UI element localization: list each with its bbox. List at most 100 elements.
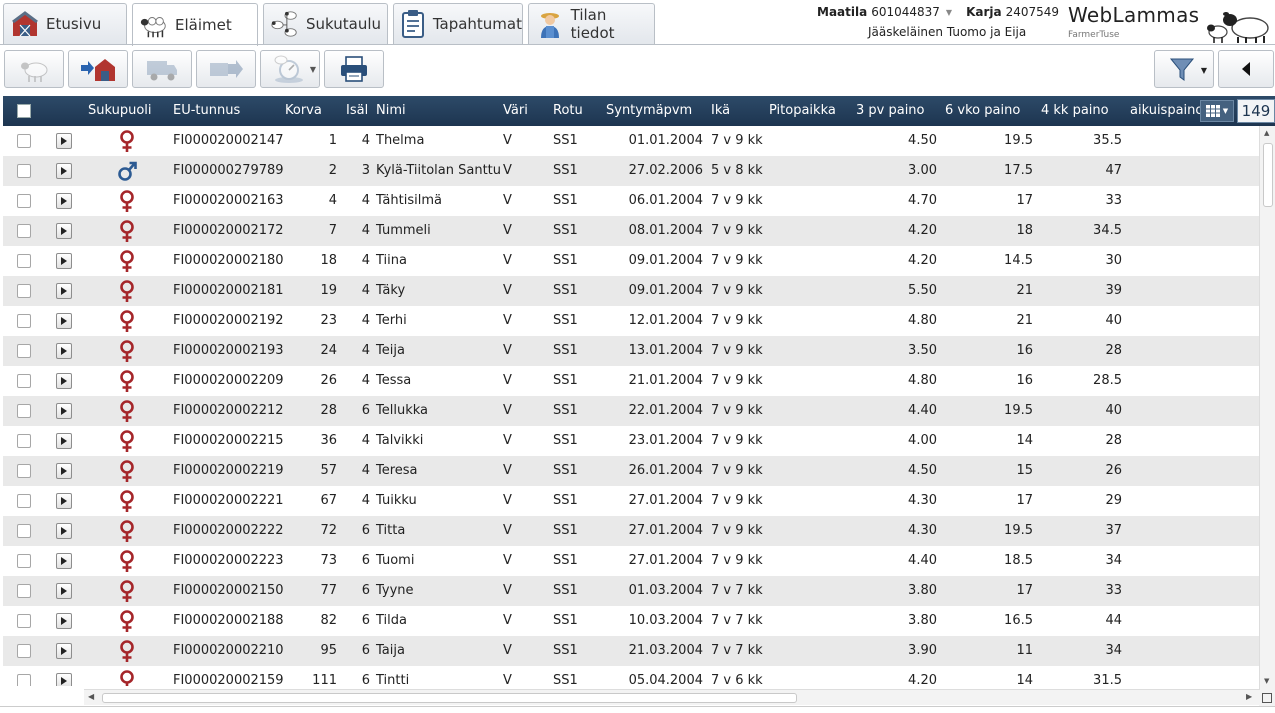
col-syntymapvm[interactable]: Syntymäpvm: [606, 103, 692, 118]
table-row[interactable]: FI000000279789 2 3 Kylä-Tiitolan Santtu V SS1…: [3, 156, 1259, 186]
new-animal-button[interactable]: [4, 50, 64, 88]
horizontal-scroll-thumb[interactable]: [102, 693, 797, 703]
table-row[interactable]: FI000020002222 72 6 Titta V SS1 27.01.2004 7 v …: [3, 516, 1259, 546]
row-checkbox[interactable]: [17, 374, 31, 388]
row-checkbox[interactable]: [17, 344, 31, 358]
table-row[interactable]: FI000020002172 7 4 Tummeli V SS1 08.01.2004 7 v…: [3, 216, 1259, 246]
table-row[interactable]: FI000020002192 23 4 Terhi V SS1 12.01.2004 7 v …: [3, 306, 1259, 336]
table-row[interactable]: FI000020002159 111 6 Tintti V SS1 05.04.2004 7 …: [3, 666, 1259, 686]
col-4kk-paino[interactable]: 4 kk paino: [1041, 103, 1109, 118]
expand-row-button[interactable]: [56, 643, 72, 659]
col-korva[interactable]: Korva: [285, 103, 322, 118]
chevron-down-icon[interactable]: ▼: [946, 8, 952, 17]
col-eu-tunnus[interactable]: EU-tunnus: [173, 103, 240, 118]
col-isal[interactable]: Isäl: [346, 103, 368, 118]
maatila-value[interactable]: 601044837: [871, 5, 940, 19]
expand-row-button[interactable]: [56, 583, 72, 599]
expand-row-button[interactable]: [56, 673, 72, 686]
row-checkbox[interactable]: [17, 434, 31, 448]
col-sukupuoli[interactable]: Sukupuoli: [88, 103, 152, 118]
transfer-button[interactable]: [196, 50, 256, 88]
expand-row-button[interactable]: [56, 373, 72, 389]
table-row[interactable]: FI000020002219 57 4 Teresa V SS1 26.01.2004 7 v…: [3, 456, 1259, 486]
column-chooser-button[interactable]: ▼: [1200, 100, 1234, 122]
table-row[interactable]: FI000020002223 73 6 Tuomi V SS1 27.01.2004 7 v …: [3, 546, 1259, 576]
weighing-button[interactable]: ▼: [260, 50, 320, 88]
vertical-scrollbar[interactable]: ▲ ▼: [1259, 126, 1275, 690]
expand-row-button[interactable]: [56, 283, 72, 299]
expand-row-button[interactable]: [56, 613, 72, 629]
tab-etusivu[interactable]: Etusivu: [3, 3, 127, 44]
print-button[interactable]: [324, 50, 384, 88]
horizontal-scrollbar[interactable]: ◀ ▶: [84, 689, 1259, 705]
table-row[interactable]: FI000020002188 82 6 Tilda V SS1 10.03.2004 7 v …: [3, 606, 1259, 636]
scroll-left-icon[interactable]: ◀: [88, 692, 94, 701]
table-row[interactable]: FI000020002221 67 4 Tuikku V SS1 27.01.2004 7 v…: [3, 486, 1259, 516]
vertical-scroll-thumb[interactable]: [1263, 143, 1273, 207]
row-checkbox[interactable]: [17, 254, 31, 268]
row-checkbox[interactable]: [17, 194, 31, 208]
collapse-panel-button[interactable]: [1218, 50, 1274, 88]
row-checkbox[interactable]: [17, 554, 31, 568]
row-checkbox[interactable]: [17, 164, 31, 178]
expand-row-button[interactable]: [56, 313, 72, 329]
expand-row-button[interactable]: [56, 223, 72, 239]
row-checkbox[interactable]: [17, 134, 31, 148]
select-all-checkbox[interactable]: [17, 104, 31, 118]
expand-row-button[interactable]: [56, 133, 72, 149]
expand-row-button[interactable]: [56, 463, 72, 479]
row-checkbox[interactable]: [17, 584, 31, 598]
table-row[interactable]: FI000020002210 95 6 Taija V SS1 21.03.2004 7 v …: [3, 636, 1259, 666]
tab-tapahtumat[interactable]: Tapahtumat: [393, 3, 523, 44]
filter-button[interactable]: ▼: [1154, 50, 1214, 88]
scroll-up-icon[interactable]: ▲: [1264, 129, 1269, 137]
transport-button[interactable]: [132, 50, 192, 88]
expand-row-button[interactable]: [56, 493, 72, 509]
col-aikuispaino[interactable]: aikuispaino: [1130, 103, 1203, 118]
row-checkbox[interactable]: [17, 464, 31, 478]
row-checkbox[interactable]: [17, 224, 31, 238]
row-checkbox[interactable]: [17, 314, 31, 328]
female-icon: [116, 669, 138, 686]
table-row[interactable]: FI000020002215 36 4 Talvikki V SS1 23.01.2004 7…: [3, 426, 1259, 456]
col-6vko-paino[interactable]: 6 vko paino: [945, 103, 1020, 118]
expand-row-button[interactable]: [56, 553, 72, 569]
col-vari[interactable]: Väri: [503, 103, 528, 118]
row-checkbox[interactable]: [17, 524, 31, 538]
chevron-down-icon[interactable]: ▼: [310, 65, 316, 74]
move-to-barn-button[interactable]: [68, 50, 128, 88]
col-nimi[interactable]: Nimi: [376, 103, 406, 118]
row-checkbox[interactable]: [17, 404, 31, 418]
scroll-down-icon[interactable]: ▼: [1264, 677, 1269, 685]
row-checkbox[interactable]: [17, 674, 31, 686]
expand-row-button[interactable]: [56, 343, 72, 359]
tab-sukutaulu[interactable]: Sukutaulu: [263, 3, 388, 44]
row-checkbox[interactable]: [17, 284, 31, 298]
expand-row-button[interactable]: [56, 433, 72, 449]
table-row[interactable]: FI000020002147 1 4 Thelma V SS1 01.01.2004 7 v …: [3, 126, 1259, 156]
table-row[interactable]: FI000020002163 4 4 Tähtisilmä V SS1 06.01.2004…: [3, 186, 1259, 216]
table-row[interactable]: FI000020002212 28 6 Tellukka V SS1 22.01.2004 7…: [3, 396, 1259, 426]
table-row[interactable]: FI000020002193 24 4 Teija V SS1 13.01.2004 7 v …: [3, 336, 1259, 366]
col-3pv-paino[interactable]: 3 pv paino: [856, 103, 925, 118]
expand-row-button[interactable]: [56, 523, 72, 539]
scroll-right-icon[interactable]: ▶: [1246, 692, 1252, 701]
col-rotu[interactable]: Rotu: [553, 103, 583, 118]
row-checkbox[interactable]: [17, 644, 31, 658]
table-row[interactable]: FI000020002209 26 4 Tessa V SS1 21.01.2004 7 v …: [3, 366, 1259, 396]
expand-row-button[interactable]: [56, 403, 72, 419]
expand-row-button[interactable]: [56, 163, 72, 179]
chevron-down-icon[interactable]: ▼: [1201, 66, 1207, 75]
col-ika[interactable]: Ikä: [711, 103, 730, 118]
cell-pv3: 4.30: [908, 493, 937, 508]
table-row[interactable]: FI000020002150 77 6 Tyyne V SS1 01.03.2004 7 v …: [3, 576, 1259, 606]
row-checkbox[interactable]: [17, 494, 31, 508]
col-pitopaikka[interactable]: Pitopaikka: [769, 103, 836, 118]
table-row[interactable]: FI000020002181 19 4 Täky V SS1 09.01.2004 7 v 9…: [3, 276, 1259, 306]
tab-elaimet[interactable]: Eläimet: [132, 3, 258, 46]
row-checkbox[interactable]: [17, 614, 31, 628]
expand-row-button[interactable]: [56, 253, 72, 269]
expand-row-button[interactable]: [56, 193, 72, 209]
table-row[interactable]: FI000020002180 18 4 Tiina V SS1 09.01.2004 7 v …: [3, 246, 1259, 276]
tab-tilan-tiedot[interactable]: Tilan tiedot: [528, 3, 655, 44]
